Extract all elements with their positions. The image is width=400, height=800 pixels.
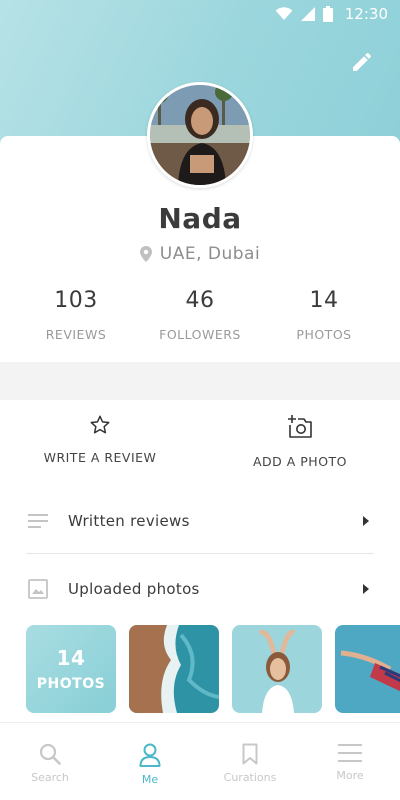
photo-count-value: 14 [56, 646, 86, 670]
location-pin-icon [139, 246, 152, 262]
photo-thumbnail[interactable] [232, 625, 322, 713]
status-bar: 12:30 [0, 0, 400, 28]
tab-search-label: Search [31, 771, 69, 784]
written-reviews-row[interactable]: Written reviews [0, 491, 400, 551]
photo-thumbnails: 14 PHOTOS [26, 625, 400, 713]
stat-reviews[interactable]: 103 REVIEWS [0, 288, 152, 342]
edit-profile-button[interactable] [350, 50, 376, 76]
search-icon [39, 743, 61, 765]
bottom-tab-bar: Search Me Curations More [0, 722, 400, 800]
tab-me[interactable]: Me [100, 723, 200, 800]
coast-photo [129, 625, 219, 713]
action-buttons: WRITE A REVIEW ADD A PHOTO [0, 400, 400, 490]
tab-curations[interactable]: Curations [200, 723, 300, 800]
lines-icon [28, 514, 48, 528]
tab-curations-label: Curations [223, 771, 277, 784]
photo-count-tile[interactable]: 14 PHOTOS [26, 625, 116, 713]
photo-thumbnail[interactable] [335, 625, 400, 713]
stat-photos-label: PHOTOS [296, 327, 352, 342]
stat-photos[interactable]: 14 PHOTOS [248, 288, 400, 342]
stat-followers-label: FOLLOWERS [159, 327, 241, 342]
battery-icon [322, 6, 333, 22]
stat-photos-value: 14 [309, 288, 339, 313]
menu-icon [338, 744, 362, 762]
add-photo-icon [288, 415, 312, 438]
tab-me-label: Me [141, 773, 159, 786]
person-icon [139, 743, 161, 767]
write-review-button[interactable]: WRITE A REVIEW [0, 400, 200, 490]
tab-search[interactable]: Search [0, 723, 100, 800]
photo-count-label: PHOTOS [36, 676, 106, 692]
stat-followers[interactable]: 46 FOLLOWERS [152, 288, 248, 342]
photo-thumbnail[interactable] [129, 625, 219, 713]
signal-icon [300, 7, 315, 21]
star-icon [90, 415, 110, 434]
dancer-photo [335, 625, 400, 713]
status-time: 12:30 [344, 5, 388, 23]
profile-location: UAE, Dubai [0, 244, 400, 264]
add-photo-label: ADD A PHOTO [252, 454, 348, 469]
written-reviews-label: Written reviews [68, 512, 190, 530]
image-icon [28, 579, 48, 599]
avatar-photo [150, 85, 250, 185]
profile-stats: 103 REVIEWS 46 FOLLOWERS 14 PHOTOS [0, 288, 400, 342]
add-photo-button[interactable]: ADD A PHOTO [200, 400, 400, 490]
chevron-right-icon [363, 516, 369, 526]
stat-followers-value: 46 [185, 288, 215, 313]
chevron-right-icon [363, 584, 369, 594]
row-divider [26, 553, 374, 554]
uploaded-photos-label: Uploaded photos [68, 580, 200, 598]
stat-reviews-value: 103 [54, 288, 98, 313]
profile-name: Nada [158, 202, 242, 235]
uploaded-photos-row[interactable]: Uploaded photos [0, 559, 400, 619]
tab-more[interactable]: More [300, 723, 400, 800]
pencil-icon [353, 52, 371, 71]
bookmark-icon [242, 743, 258, 765]
wifi-icon [275, 7, 293, 20]
section-separator [0, 362, 400, 400]
woman-photo [232, 625, 322, 713]
location-text: UAE, Dubai [159, 244, 261, 264]
write-review-label: WRITE A REVIEW [43, 450, 157, 465]
stat-reviews-label: REVIEWS [45, 327, 107, 342]
avatar[interactable] [147, 82, 253, 188]
tab-more-label: More [336, 769, 364, 782]
